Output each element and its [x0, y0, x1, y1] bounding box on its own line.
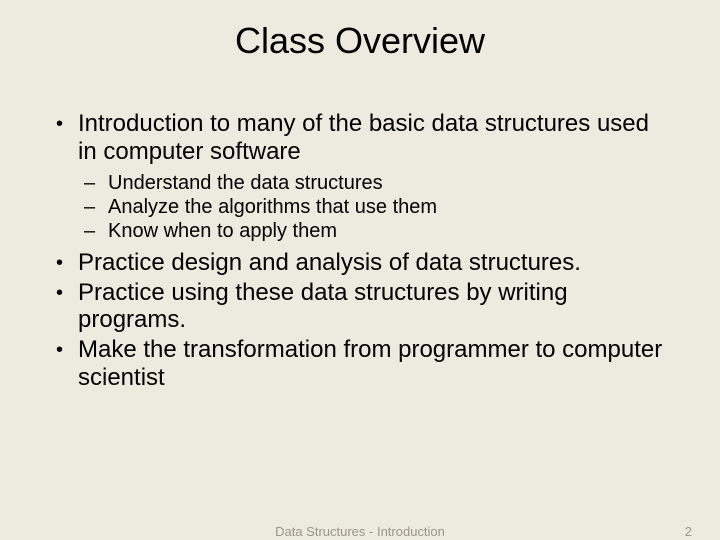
slide-content: Introduction to many of the basic data s…: [0, 110, 720, 391]
slide-title: Class Overview: [0, 0, 720, 110]
footer-text: Data Structures - Introduction: [275, 524, 445, 539]
bullet-text: Introduction to many of the basic data s…: [78, 110, 649, 165]
sub-bullet-item: Understand the data structures: [78, 171, 668, 195]
sub-bullet-item: Know when to apply them: [78, 219, 668, 243]
sub-bullet-list: Understand the data structures Analyze t…: [78, 171, 668, 243]
bullet-item: Make the transformation from programmer …: [52, 336, 668, 391]
bullet-item: Introduction to many of the basic data s…: [52, 110, 668, 243]
bullet-item: Practice using these data structures by …: [52, 279, 668, 334]
bullet-list: Introduction to many of the basic data s…: [52, 110, 668, 391]
page-number: 2: [685, 524, 692, 539]
bullet-item: Practice design and analysis of data str…: [52, 249, 668, 277]
sub-bullet-item: Analyze the algorithms that use them: [78, 195, 668, 219]
